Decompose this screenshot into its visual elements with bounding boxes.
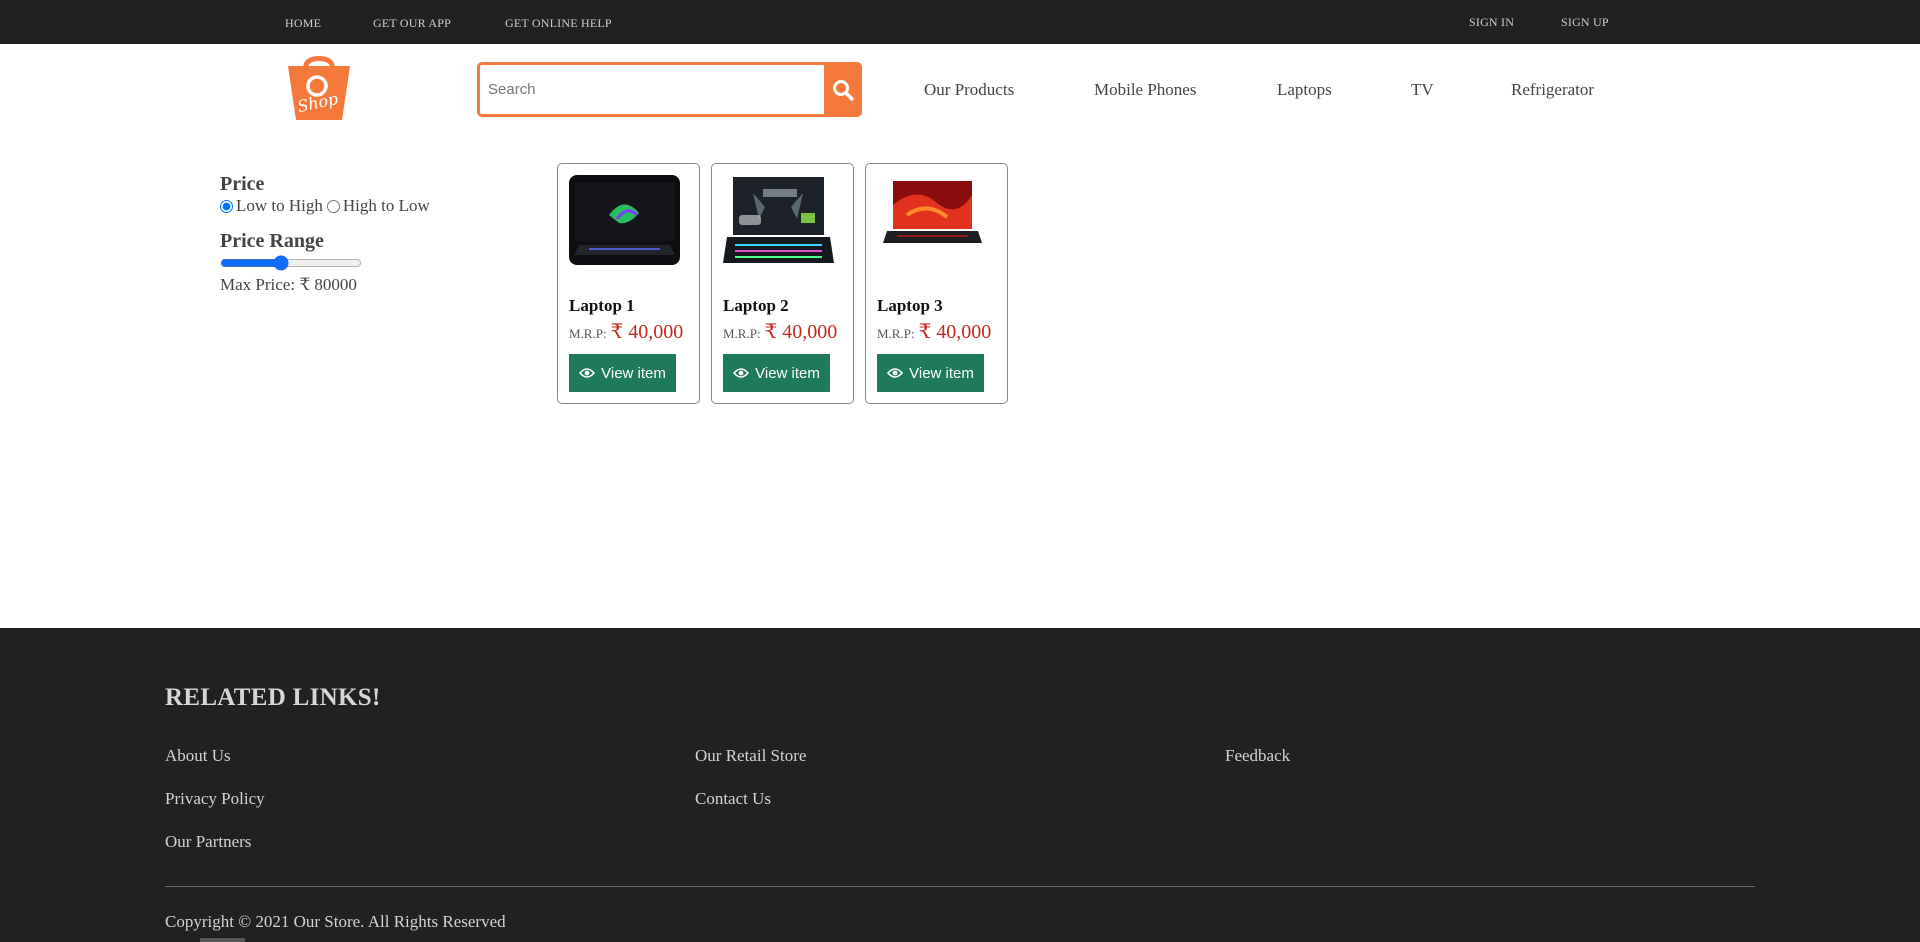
eye-icon [733,368,750,378]
price-filter-title: Price [220,173,265,195]
our-retail-store-link[interactable]: Our Retail Store [695,746,806,766]
product-price: ₹ 40,000 [610,321,684,343]
nav-tv[interactable]: TV [1411,80,1434,100]
search-icon [833,79,854,101]
low-to-high-label[interactable]: Low to High [236,196,323,216]
product-name[interactable]: Laptop 1 [569,296,635,316]
shop-logo[interactable]: Shop [284,52,354,122]
product-name[interactable]: Laptop 2 [723,296,789,316]
view-item-button[interactable]: View item [723,354,830,392]
max-price-label: Max Price: ₹ 80000 [220,275,357,294]
nav-mobile-phones[interactable]: Mobile Phones [1094,80,1196,100]
search-bar [477,62,862,117]
low-to-high-radio[interactable] [220,199,233,213]
search-button[interactable] [824,62,862,117]
mrp-label: M.R.P: [723,326,761,341]
scroll-indicator [200,938,245,942]
home-link[interactable]: HOME [285,16,321,31]
price-range-slider[interactable] [220,255,362,271]
product-card: Laptop 3 M.R.P: ₹ 40,000 View item [865,163,1008,404]
view-item-label: View item [601,364,666,382]
high-to-low-label[interactable]: High to Low [343,196,430,216]
nav-refrigerator[interactable]: Refrigerator [1511,80,1594,100]
sign-in-link[interactable]: SIGN IN [1469,15,1514,30]
top-bar: HOME GET OUR APP GET ONLINE HELP SIGN IN… [0,0,1920,44]
product-card: Laptop 1 M.R.P: ₹ 40,000 View item [557,163,700,404]
our-partners-link[interactable]: Our Partners [165,832,251,852]
get-online-help-link[interactable]: GET ONLINE HELP [505,16,612,31]
about-us-link[interactable]: About Us [165,746,231,766]
product-image[interactable] [723,175,834,265]
feedback-link[interactable]: Feedback [1225,746,1290,766]
privacy-policy-link[interactable]: Privacy Policy [165,789,265,809]
nav-laptops[interactable]: Laptops [1277,80,1332,100]
product-image[interactable] [877,175,988,265]
view-item-label: View item [755,364,820,382]
eye-icon [887,368,904,378]
shopping-bag-icon: Shop [288,56,350,120]
view-item-button[interactable]: View item [569,354,676,392]
price-range-title: Price Range [220,230,324,252]
mrp-label: M.R.P: [569,326,607,341]
product-image[interactable] [569,175,680,265]
related-links-heading: RELATED LINKS! [165,684,381,711]
nav-our-products[interactable]: Our Products [924,80,1014,100]
price-row: M.R.P: ₹ 40,000 [877,319,991,344]
product-name[interactable]: Laptop 3 [877,296,943,316]
view-item-label: View item [909,364,974,382]
footer-divider [165,886,1755,887]
footer: RELATED LINKS! About Us Privacy Policy O… [0,628,1920,942]
price-row: M.R.P: ₹ 40,000 [723,319,837,344]
product-grid: Laptop 1 M.R.P: ₹ 40,000 View item Lapto… [557,163,1008,404]
price-row: M.R.P: ₹ 40,000 [569,319,683,344]
product-card: Laptop 2 M.R.P: ₹ 40,000 View item [711,163,854,404]
contact-us-link[interactable]: Contact Us [695,789,771,809]
search-input[interactable] [480,65,824,114]
high-to-low-radio[interactable] [326,199,340,213]
sort-options: Low to High High to Low [220,196,480,216]
eye-icon [579,368,596,378]
mrp-label: M.R.P: [877,326,915,341]
product-price: ₹ 40,000 [764,321,838,343]
view-item-button[interactable]: View item [877,354,984,392]
sign-up-link[interactable]: SIGN UP [1561,15,1609,30]
copyright-text: Copyright © 2021 Our Store. All Rights R… [165,912,506,931]
product-price: ₹ 40,000 [918,321,992,343]
get-our-app-link[interactable]: GET OUR APP [373,16,451,31]
filter-panel: Price Low to High High to Low Price Rang… [220,173,480,295]
